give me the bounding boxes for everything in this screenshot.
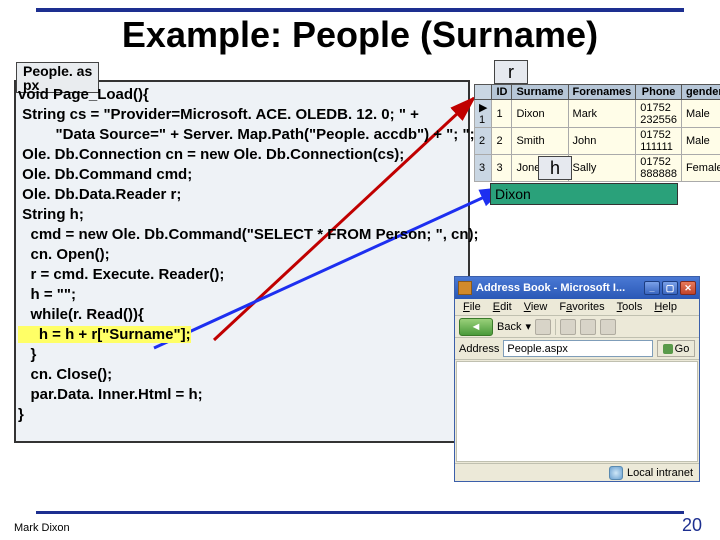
status-text: Local intranet [627, 467, 693, 479]
go-icon [663, 344, 673, 354]
h-variable-box: h [538, 156, 572, 180]
home-button[interactable] [600, 319, 616, 335]
browser-title: Address Book - Microsoft I... [476, 282, 625, 294]
toolbar: ◄ Back ▾ [455, 316, 699, 338]
forward-button[interactable] [535, 319, 551, 335]
table-row: 33JonesSally01752 888888Female [475, 155, 720, 182]
back-label: Back [497, 321, 521, 333]
browser-titlebar[interactable]: Address Book - Microsoft I... _ ▢ ✕ [455, 277, 699, 299]
footer-page: 20 [682, 515, 702, 536]
minimize-button[interactable]: _ [644, 281, 660, 295]
code-listing: void Page_Load(){ String cs = "Provider=… [18, 85, 466, 425]
menu-view[interactable]: View [524, 301, 548, 313]
menu-help[interactable]: Help [654, 301, 677, 313]
table-row: ▶ 11DixonMark01752 232556Male [475, 100, 720, 128]
browser-content [456, 361, 698, 462]
close-button[interactable]: ✕ [680, 281, 696, 295]
bottom-divider [36, 511, 684, 514]
refresh-button[interactable] [580, 319, 596, 335]
address-bar: Address People.aspx Go [455, 338, 699, 360]
back-dropdown-icon[interactable]: ▾ [525, 320, 531, 333]
table-row: 22SmithJohn01752 111111Male [475, 128, 720, 155]
footer-author: Mark Dixon [14, 522, 70, 534]
go-button[interactable]: Go [657, 340, 695, 357]
menu-bar[interactable]: File Edit View Favorites Tools Help [455, 299, 699, 316]
browser-window: Address Book - Microsoft I... _ ▢ ✕ File… [454, 276, 700, 482]
address-input[interactable]: People.aspx [503, 340, 653, 357]
maximize-button[interactable]: ▢ [662, 281, 678, 295]
menu-favorites[interactable]: Favorites [559, 301, 604, 313]
zone-icon [609, 466, 623, 480]
slide-title: Example: People (Surname) [0, 14, 720, 56]
h-value-box: Dixon [490, 183, 678, 205]
person-table: IDSurnameForenamesPhonegender ▶ 11DixonM… [474, 84, 720, 182]
address-label: Address [459, 343, 499, 355]
app-icon [458, 281, 472, 295]
menu-tools[interactable]: Tools [617, 301, 643, 313]
stop-button[interactable] [560, 319, 576, 335]
status-bar: Local intranet [455, 463, 699, 481]
back-button[interactable]: ◄ [459, 318, 493, 336]
r-variable-box: r [494, 60, 528, 84]
menu-file[interactable]: File [463, 301, 481, 313]
menu-edit[interactable]: Edit [493, 301, 512, 313]
top-divider [36, 8, 684, 12]
